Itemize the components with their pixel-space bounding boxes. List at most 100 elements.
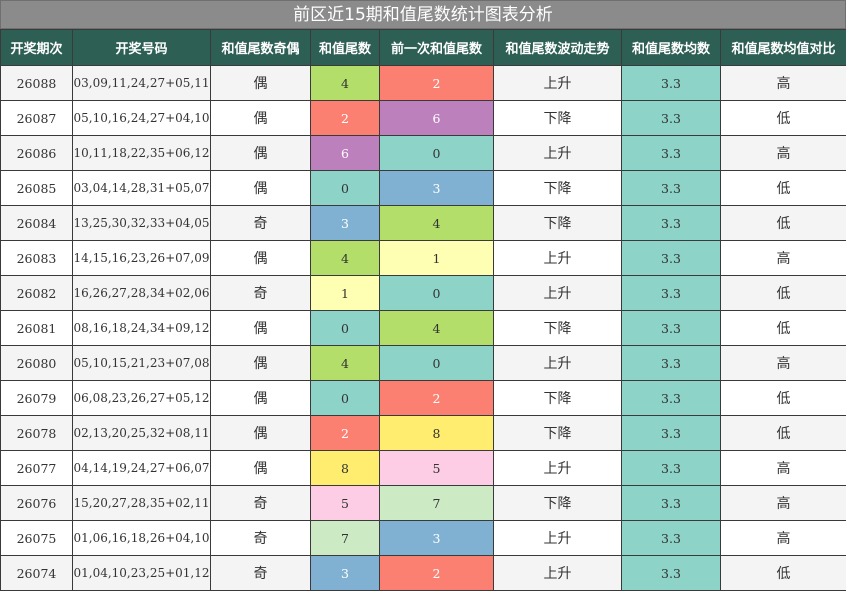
- prev-tail-cell: 4: [380, 206, 494, 241]
- avg-cell: 3.3: [622, 416, 721, 451]
- parity-cell: 偶: [211, 451, 311, 486]
- parity-cell: 偶: [211, 346, 311, 381]
- header-avg: 和值尾数均数: [622, 30, 721, 66]
- prev-tail-cell: 0: [380, 136, 494, 171]
- prev-tail-cell: 1: [380, 241, 494, 276]
- numbers-cell: 01,04,10,23,25+01,12: [73, 556, 211, 591]
- header-parity: 和值尾数奇偶: [211, 30, 311, 66]
- avg-cell: 3.3: [622, 241, 721, 276]
- trend-cell: 上升: [494, 66, 622, 101]
- prev-tail-cell: 2: [380, 66, 494, 101]
- tail-cell: 4: [311, 66, 380, 101]
- tail-cell: 4: [311, 346, 380, 381]
- table-body: 2608803,09,11,24,27+05,11偶42上升3.3高260870…: [1, 66, 846, 591]
- issue-cell: 26088: [1, 66, 73, 101]
- tail-cell: 2: [311, 101, 380, 136]
- compare-cell: 高: [721, 66, 846, 101]
- tail-cell: 8: [311, 451, 380, 486]
- parity-cell: 偶: [211, 416, 311, 451]
- prev-tail-cell: 3: [380, 171, 494, 206]
- numbers-cell: 06,08,23,26,27+05,12: [73, 381, 211, 416]
- tail-cell: 0: [311, 171, 380, 206]
- table-row: 2607802,13,20,25,32+08,11偶28下降3.3低: [1, 416, 846, 451]
- compare-cell: 高: [721, 521, 846, 556]
- header-compare: 和值尾数均值对比: [721, 30, 846, 66]
- prev-tail-cell: 3: [380, 521, 494, 556]
- header-issue: 开奖期次: [1, 30, 73, 66]
- compare-cell: 低: [721, 556, 846, 591]
- trend-cell: 上升: [494, 346, 622, 381]
- table-row: 2608413,25,30,32,33+04,05奇34下降3.3低: [1, 206, 846, 241]
- prev-tail-cell: 7: [380, 486, 494, 521]
- avg-cell: 3.3: [622, 101, 721, 136]
- tail-cell: 3: [311, 556, 380, 591]
- compare-cell: 高: [721, 241, 846, 276]
- page-title: 前区近15期和值尾数统计图表分析: [0, 0, 846, 29]
- prev-tail-cell: 8: [380, 416, 494, 451]
- numbers-cell: 16,26,27,28,34+02,06: [73, 276, 211, 311]
- issue-cell: 26079: [1, 381, 73, 416]
- prev-tail-cell: 2: [380, 381, 494, 416]
- table-row: 2608503,04,14,28,31+05,07偶03下降3.3低: [1, 171, 846, 206]
- numbers-cell: 01,06,16,18,26+04,10: [73, 521, 211, 556]
- tail-cell: 3: [311, 206, 380, 241]
- compare-cell: 高: [721, 136, 846, 171]
- parity-cell: 偶: [211, 101, 311, 136]
- compare-cell: 低: [721, 416, 846, 451]
- parity-cell: 偶: [211, 311, 311, 346]
- prev-tail-cell: 5: [380, 451, 494, 486]
- trend-cell: 下降: [494, 311, 622, 346]
- compare-cell: 高: [721, 486, 846, 521]
- issue-cell: 26082: [1, 276, 73, 311]
- header-row: 开奖期次 开奖号码 和值尾数奇偶 和值尾数 前一次和值尾数 和值尾数波动走势 和…: [1, 30, 846, 66]
- avg-cell: 3.3: [622, 66, 721, 101]
- parity-cell: 奇: [211, 206, 311, 241]
- trend-cell: 上升: [494, 521, 622, 556]
- issue-cell: 26086: [1, 136, 73, 171]
- numbers-cell: 03,09,11,24,27+05,11: [73, 66, 211, 101]
- compare-cell: 低: [721, 101, 846, 136]
- tail-cell: 2: [311, 416, 380, 451]
- avg-cell: 3.3: [622, 556, 721, 591]
- avg-cell: 3.3: [622, 171, 721, 206]
- issue-cell: 26083: [1, 241, 73, 276]
- trend-cell: 下降: [494, 381, 622, 416]
- issue-cell: 26080: [1, 346, 73, 381]
- avg-cell: 3.3: [622, 206, 721, 241]
- trend-cell: 上升: [494, 556, 622, 591]
- numbers-cell: 13,25,30,32,33+04,05: [73, 206, 211, 241]
- compare-cell: 低: [721, 206, 846, 241]
- avg-cell: 3.3: [622, 451, 721, 486]
- numbers-cell: 14,15,16,23,26+07,09: [73, 241, 211, 276]
- parity-cell: 奇: [211, 521, 311, 556]
- numbers-cell: 10,11,18,22,35+06,12: [73, 136, 211, 171]
- avg-cell: 3.3: [622, 521, 721, 556]
- tail-cell: 0: [311, 311, 380, 346]
- numbers-cell: 04,14,19,24,27+06,07: [73, 451, 211, 486]
- trend-cell: 上升: [494, 136, 622, 171]
- avg-cell: 3.3: [622, 136, 721, 171]
- compare-cell: 低: [721, 171, 846, 206]
- trend-cell: 下降: [494, 416, 622, 451]
- table-row: 2608705,10,16,24,27+04,10偶26下降3.3低: [1, 101, 846, 136]
- trend-cell: 上升: [494, 451, 622, 486]
- tail-cell: 7: [311, 521, 380, 556]
- issue-cell: 26074: [1, 556, 73, 591]
- stats-table: 开奖期次 开奖号码 和值尾数奇偶 和值尾数 前一次和值尾数 和值尾数波动走势 和…: [0, 29, 846, 591]
- compare-cell: 高: [721, 451, 846, 486]
- table-row: 2608314,15,16,23,26+07,09偶41上升3.3高: [1, 241, 846, 276]
- compare-cell: 高: [721, 346, 846, 381]
- avg-cell: 3.3: [622, 276, 721, 311]
- numbers-cell: 15,20,27,28,35+02,11: [73, 486, 211, 521]
- issue-cell: 26081: [1, 311, 73, 346]
- issue-cell: 26085: [1, 171, 73, 206]
- prev-tail-cell: 0: [380, 346, 494, 381]
- table-row: 2607704,14,19,24,27+06,07偶85上升3.3高: [1, 451, 846, 486]
- tail-cell: 4: [311, 241, 380, 276]
- avg-cell: 3.3: [622, 381, 721, 416]
- table-row: 2607501,06,16,18,26+04,10奇73上升3.3高: [1, 521, 846, 556]
- parity-cell: 奇: [211, 556, 311, 591]
- tail-cell: 1: [311, 276, 380, 311]
- table-row: 2607401,04,10,23,25+01,12奇32上升3.3低: [1, 556, 846, 591]
- parity-cell: 偶: [211, 381, 311, 416]
